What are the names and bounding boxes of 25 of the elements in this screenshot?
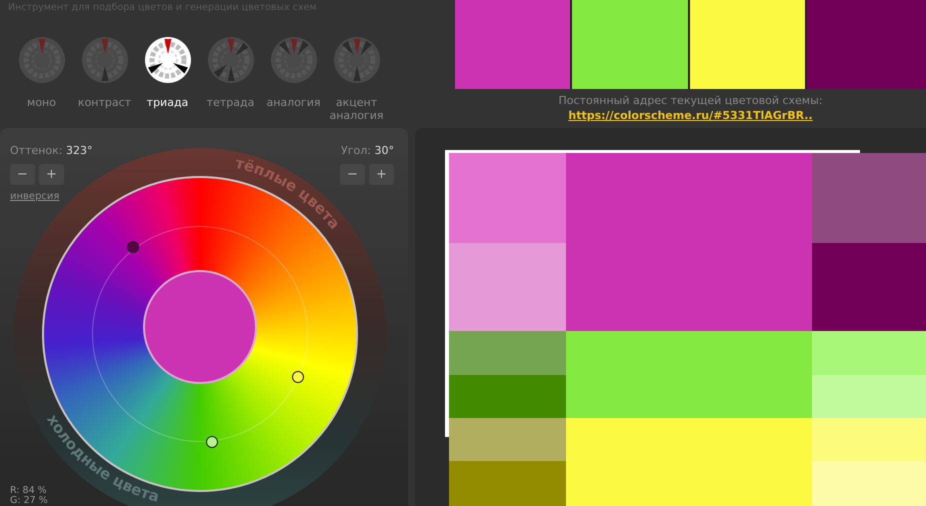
permalink-label: Постоянный адрес текущей цветовой схемы:: [557, 94, 824, 108]
permalink-link[interactable]: https://colorscheme.ru/#5331TlAGrBR..: [568, 109, 813, 123]
color-wheel-icon: [18, 36, 66, 84]
rgb-readout: G: 27 %: [10, 496, 48, 506]
hue-label: Оттенок:: [10, 144, 63, 157]
color-wheel-icon: [332, 36, 380, 84]
angle-increase-button[interactable]: +: [369, 164, 394, 184]
angle-decrease-button[interactable]: −: [340, 164, 365, 184]
angle-value: 30°: [374, 144, 394, 157]
scheme-tab[interactable]: акцент аналогия: [325, 36, 388, 122]
color-wheel-icon: [144, 36, 192, 84]
scheme-tab[interactable]: моно: [10, 36, 73, 122]
scheme-tab[interactable]: аналогия: [262, 36, 325, 122]
hue-decrease-button[interactable]: −: [10, 164, 35, 184]
color-wheel-icon: [80, 36, 128, 84]
inversion-link[interactable]: инверсия: [10, 188, 60, 204]
rgb-readout: R: 84 %: [10, 486, 48, 496]
color-wheel-icon: [206, 36, 254, 84]
color-wheel-icon: [270, 36, 318, 84]
scheme-tab[interactable]: тетрада: [199, 36, 262, 122]
hue-increase-button[interactable]: +: [39, 164, 64, 184]
hue-value: 323°: [66, 144, 93, 157]
scheme-tab[interactable]: триада: [136, 36, 199, 122]
angle-label: Угол:: [341, 144, 371, 157]
scheme-tab[interactable]: контраст: [73, 36, 136, 122]
